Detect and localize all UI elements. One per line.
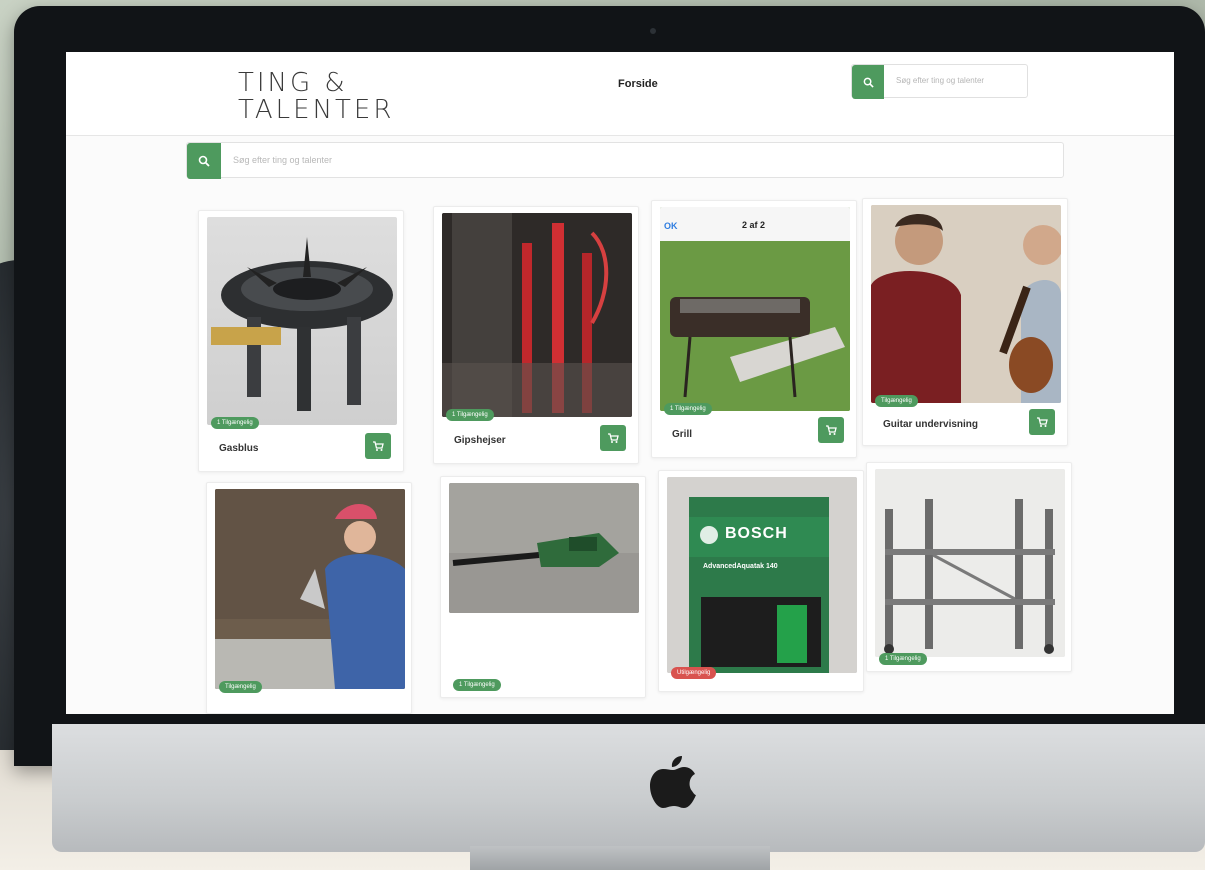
phone-ok-label: OK	[664, 221, 678, 231]
site-logo[interactable]: TING & TALENTER	[238, 70, 428, 126]
product-title[interactable]: Gipshejser	[454, 435, 506, 446]
cart-icon	[373, 441, 384, 451]
gas-burner-image	[211, 237, 393, 411]
product-image[interactable]: BOSCH AdvancedAquatak 140	[667, 477, 857, 673]
availability-badge: 1 Tilgængelig	[453, 679, 501, 691]
product-image[interactable]	[871, 205, 1061, 403]
cart-icon	[608, 433, 619, 443]
availability-badge: Utilgængelig	[671, 667, 717, 679]
add-to-cart-button[interactable]	[365, 433, 391, 459]
availability-badge: 1 Tilgængelig	[446, 409, 494, 421]
product-title[interactable]: Grill	[672, 429, 692, 440]
add-to-cart-button[interactable]	[1029, 409, 1055, 435]
product-image[interactable]: OK 2 af 2	[660, 207, 850, 411]
grill-image	[660, 207, 850, 411]
bosch-product-label: AdvancedAquatak 140	[703, 563, 778, 570]
logo-line-2: TALENTER	[238, 95, 395, 125]
product-image[interactable]	[215, 489, 405, 689]
product-image[interactable]	[875, 469, 1065, 657]
availability-badge: 1 Tilgængelig	[664, 403, 712, 415]
guitar-lesson-image	[871, 205, 1061, 403]
monitor-chin	[52, 724, 1205, 852]
header-search-field[interactable]: Søg efter ting og talenter	[851, 64, 1028, 99]
bosch-brand-label: BOSCH	[725, 525, 788, 542]
main-search-button[interactable]	[187, 143, 221, 179]
cart-icon	[1037, 417, 1048, 427]
header-search-button[interactable]	[852, 65, 884, 99]
drywall-lift-image	[442, 213, 632, 417]
product-image[interactable]	[449, 483, 639, 613]
availability-badge: 1 Tilgængelig	[211, 417, 259, 429]
logo-line-1: TING &	[238, 68, 348, 98]
availability-badge: 1 Tilgængelig	[879, 653, 927, 665]
product-card-guitar-undervisning[interactable]: Tilgængelig Guitar undervisning	[862, 198, 1068, 446]
product-card-scaffold[interactable]: 1 Tilgængelig	[866, 462, 1072, 672]
cart-icon	[826, 425, 837, 435]
hedge-trimmer-image	[449, 483, 639, 613]
monitor-stand	[470, 846, 770, 870]
availability-badge: Tilgængelig	[219, 681, 262, 693]
nav-link-forside[interactable]: Forside	[618, 78, 658, 90]
add-to-cart-button[interactable]	[600, 425, 626, 451]
site-header: TING & TALENTER Forside Søg efter ting o…	[66, 52, 1174, 136]
scaffold-image	[875, 469, 1065, 657]
product-title[interactable]: Guitar undervisning	[883, 419, 978, 430]
header-search-placeholder: Søg efter ting og talenter	[896, 76, 985, 85]
phone-counter-label: 2 af 2	[742, 220, 766, 230]
add-to-cart-button[interactable]	[818, 417, 844, 443]
browser-screen: TING & TALENTER Forside Søg efter ting o…	[66, 52, 1174, 714]
product-image[interactable]	[442, 213, 632, 417]
search-icon	[863, 77, 874, 88]
product-card-gipshejser[interactable]: 1 Tilgængelig Gipshejser	[433, 206, 639, 464]
main-search-field[interactable]: Søg efter ting og talenter	[186, 142, 1064, 179]
mason-image	[215, 489, 405, 689]
product-image[interactable]	[207, 217, 397, 425]
product-card-mason[interactable]: Tilgængelig	[206, 482, 412, 714]
pressure-washer-image	[667, 477, 857, 673]
product-card-gasblus[interactable]: 1 Tilgængelig Gasblus	[198, 210, 404, 472]
product-card-grill[interactable]: OK 2 af 2 1 Tilgængelig Grill	[651, 200, 857, 458]
apple-logo-icon	[650, 756, 696, 808]
product-title[interactable]: Gasblus	[219, 443, 258, 454]
availability-badge: Tilgængelig	[875, 395, 918, 407]
product-card-hedge-trimmer[interactable]: 1 Tilgængelig	[440, 476, 646, 698]
camera-dot	[650, 28, 656, 34]
product-card-pressure-washer[interactable]: BOSCH AdvancedAquatak 140 Utilgængelig	[658, 470, 864, 692]
search-icon	[198, 155, 210, 167]
main-search-placeholder: Søg efter ting og talenter	[233, 155, 333, 165]
